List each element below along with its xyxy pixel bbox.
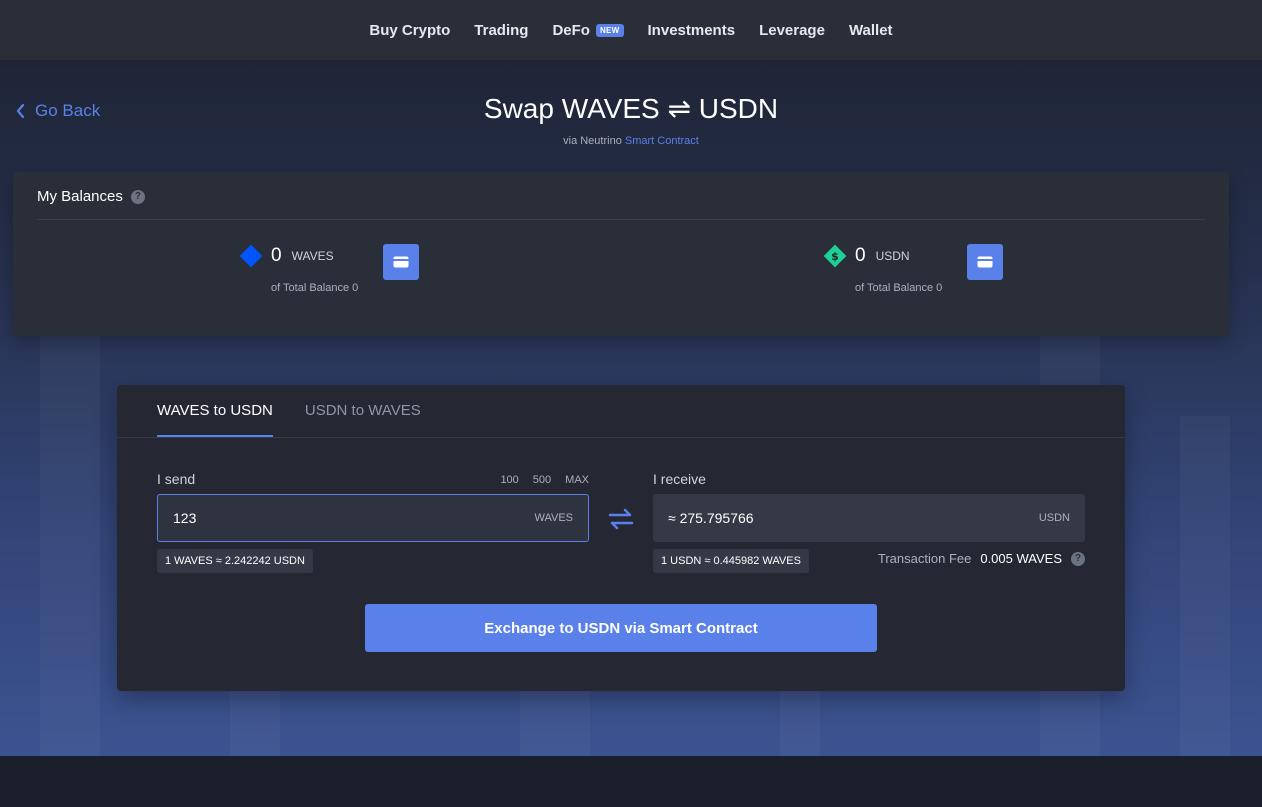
send-amount-value: 123 — [173, 510, 197, 526]
card-icon — [393, 256, 409, 268]
help-icon[interactable]: ? — [130, 189, 145, 204]
send-amount-field[interactable]: 123 WAVES — [157, 494, 589, 542]
top-navigation: Buy Crypto Trading DeFo NEW Investments L… — [0, 0, 1262, 60]
quick-amount-max[interactable]: MAX — [565, 474, 589, 486]
nav-item-leverage[interactable]: Leverage — [759, 22, 825, 39]
nav-label: Investments — [647, 21, 736, 39]
background-bar — [40, 336, 100, 756]
nav-item-buy-crypto[interactable]: Buy Crypto — [369, 22, 450, 39]
nav-label: Wallet — [848, 21, 893, 39]
help-icon[interactable]: ? — [1071, 551, 1085, 566]
balances-header: My Balances ? — [37, 188, 145, 205]
card-icon — [977, 256, 993, 268]
send-label: I send — [157, 471, 196, 487]
swap-direction-icon[interactable] — [608, 507, 634, 531]
nav-label: DeFo — [552, 21, 590, 39]
fee-label: Transaction Fee — [877, 551, 972, 566]
balance-total: of Total Balance 0 — [271, 282, 359, 294]
quick-amount-100[interactable]: 100 — [500, 474, 518, 486]
send-unit: WAVES — [534, 512, 573, 524]
footer-strip — [0, 756, 1262, 807]
balance-ticker: USDN — [875, 249, 910, 263]
balance-total: of Total Balance 0 — [855, 282, 943, 294]
fee-value: 0.005 WAVES — [980, 551, 1062, 566]
nav-item-defo[interactable]: DeFo NEW — [552, 21, 624, 39]
tab-divider — [117, 437, 1125, 438]
balances-heading: My Balances — [37, 188, 123, 205]
page-subtitle: via Neutrino Smart Contract — [0, 135, 1262, 147]
balance-amount: 0 — [855, 245, 866, 266]
background-bar — [1180, 416, 1230, 756]
receive-amount-value: ≈ 275.795766 — [668, 510, 754, 526]
transaction-fee: Transaction Fee 0.005 WAVES ? — [878, 551, 1085, 566]
usdn-card-button[interactable] — [967, 244, 1003, 280]
usdn-balance: $ 0 USDN of Total Balance 0 — [823, 244, 942, 294]
nav-label: Buy Crypto — [369, 21, 451, 39]
new-badge: NEW — [595, 23, 624, 37]
balances-card: My Balances ? 0 WAVES of Total Balance 0… — [13, 172, 1229, 336]
waves-icon — [239, 244, 263, 268]
send-rate-badge: 1 WAVES ≈ 2.242242 USDN — [157, 549, 313, 573]
receive-label: I receive — [653, 471, 706, 487]
usdn-icon: $ — [823, 244, 847, 268]
svg-text:$: $ — [831, 250, 839, 263]
page-title: Swap WAVES ⇌ USDN — [483, 93, 779, 124]
nav-label: Leverage — [759, 21, 825, 39]
smart-contract-link[interactable]: Smart Contract — [625, 135, 699, 147]
divider — [37, 219, 1205, 220]
balance-ticker: WAVES — [291, 249, 334, 263]
nav-label: Trading — [474, 21, 529, 39]
waves-card-button[interactable] — [383, 244, 419, 280]
waves-balance: 0 WAVES of Total Balance 0 — [239, 244, 358, 294]
tab-waves-to-usdn[interactable]: WAVES to USDN — [157, 385, 273, 437]
swap-tabs: WAVES to USDN USDN to WAVES — [157, 385, 453, 437]
subtitle-prefix: via Neutrino — [563, 135, 622, 147]
nav-item-investments[interactable]: Investments — [648, 22, 736, 39]
receive-unit: USDN — [1038, 512, 1070, 524]
swap-panel: WAVES to USDN USDN to WAVES I send 100 5… — [117, 385, 1125, 691]
tab-usdn-to-waves[interactable]: USDN to WAVES — [305, 385, 421, 437]
quick-amounts: 100 500 MAX — [486, 474, 589, 486]
receive-rate-badge: 1 USDN ≈ 0.445982 WAVES — [653, 549, 809, 573]
nav-item-wallet[interactable]: Wallet — [849, 22, 893, 39]
quick-amount-500[interactable]: 500 — [533, 474, 551, 486]
exchange-button[interactable]: Exchange to USDN via Smart Contract — [365, 604, 877, 652]
nav-item-trading[interactable]: Trading — [474, 22, 528, 39]
receive-amount-field: ≈ 275.795766 USDN — [653, 494, 1085, 542]
balance-amount: 0 — [271, 245, 282, 266]
